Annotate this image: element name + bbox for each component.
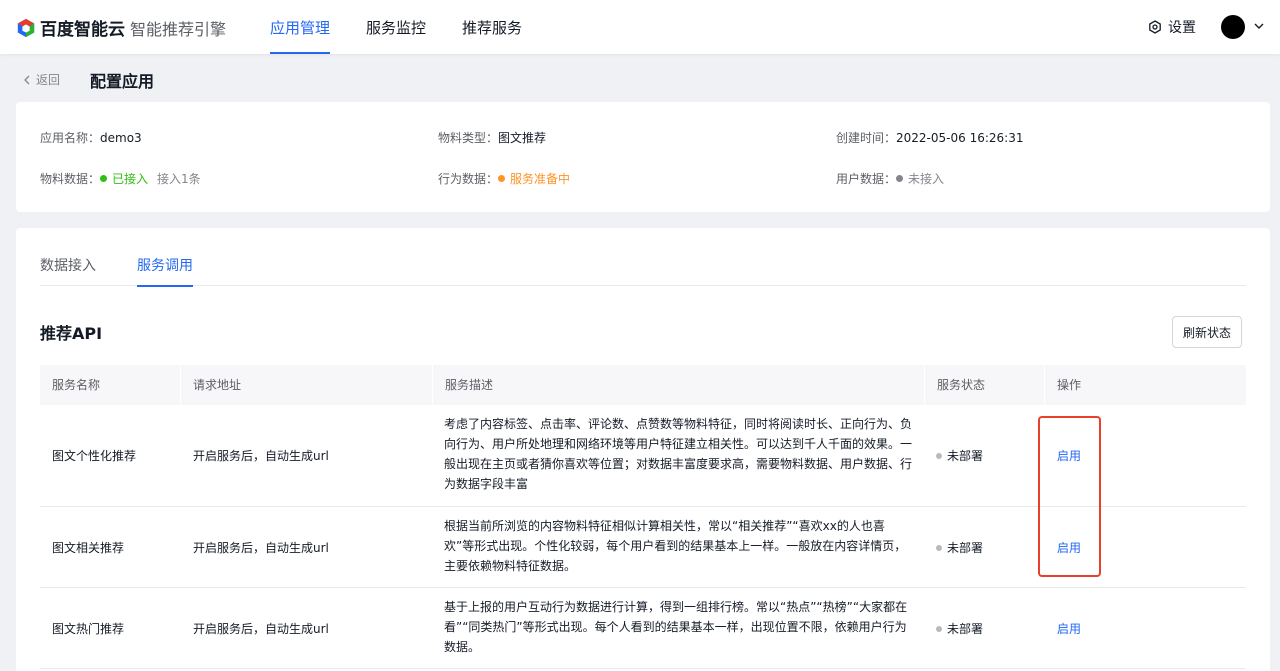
- api-table: 服务名称 请求地址 服务描述 服务状态 操作 图文个性化推荐 开启服务后，自动生…: [40, 365, 1246, 669]
- info-created-time: 创建时间： 2022-05-06 16:26:31: [836, 129, 1023, 146]
- info-material-data: 物料数据： 已接入 接入1条: [40, 170, 201, 187]
- brand-logo[interactable]: 百度智能云: [16, 15, 125, 40]
- settings-button[interactable]: 设置: [1148, 17, 1196, 37]
- info-value: 2022-05-06 16:26:31: [896, 130, 1024, 145]
- enable-link[interactable]: 启用: [1057, 620, 1081, 637]
- info-label: 行为数据：: [438, 172, 499, 186]
- info-label: 创建时间：: [836, 131, 897, 145]
- status-dot-inactive: [896, 175, 904, 182]
- status-text: 已接入: [112, 172, 149, 186]
- app-info-card: 应用名称： demo3 物料类型： 图文推荐 创建时间： 2022-05-06 …: [16, 102, 1270, 212]
- info-value: demo3: [100, 130, 142, 145]
- status-text: 未部署: [947, 449, 984, 463]
- info-label: 物料类型：: [438, 131, 499, 145]
- status-text: 未部署: [947, 622, 984, 636]
- service-name: 图文相关推荐: [52, 541, 125, 555]
- status-dot-warning: [498, 175, 506, 182]
- info-behavior-data: 行为数据： 服务准备中: [438, 170, 570, 187]
- status-text: 未接入: [908, 172, 945, 186]
- top-navigation: 百度智能云 智能推荐引擎 应用管理 服务监控 推荐服务 设置: [0, 0, 1280, 54]
- brand-logo-text: 百度智能云: [40, 20, 125, 40]
- back-label: 返回: [36, 73, 61, 87]
- status-text: 未部署: [947, 541, 984, 555]
- service-status: 未部署: [936, 620, 983, 637]
- service-url: 开启服务后，自动生成url: [193, 541, 329, 555]
- column-header: 请求地址: [180, 365, 432, 405]
- status-dot-inactive: [936, 544, 942, 551]
- back-link[interactable]: 返回: [22, 71, 60, 88]
- table-row: 图文个性化推荐 开启服务后，自动生成url 考虑了内容标签、点击率、评论数、点赞…: [40, 405, 1246, 507]
- service-name: 图文热门推荐: [52, 622, 125, 636]
- service-url: 开启服务后，自动生成url: [193, 622, 329, 636]
- avatar[interactable]: [1221, 15, 1245, 39]
- column-header: 服务描述: [432, 365, 924, 405]
- column-header: 服务状态: [924, 365, 1044, 405]
- status-dot-success: [100, 175, 108, 182]
- chevron-down-icon[interactable]: [1253, 20, 1265, 32]
- service-status: 未部署: [936, 539, 983, 556]
- nav-item-recommend-service[interactable]: 推荐服务: [462, 17, 522, 54]
- tab-service-call[interactable]: 服务调用: [137, 255, 193, 287]
- settings-label: 设置: [1168, 20, 1196, 36]
- page-header: 返回 配置应用: [0, 54, 1280, 102]
- info-user-data: 用户数据： 未接入: [836, 170, 944, 187]
- service-description: 根据当前所浏览的内容物料特征相似计算相关性，常以“相关推荐”“喜欢xx的人也喜欢…: [444, 519, 907, 573]
- table-row: 图文相关推荐 开启服务后，自动生成url 根据当前所浏览的内容物料特征相似计算相…: [40, 507, 1246, 588]
- refresh-status-button[interactable]: 刷新状态: [1172, 316, 1242, 348]
- service-description: 基于上报的用户互动行为数据进行计算，得到一组排行榜。常以“热点”“热榜”“大家都…: [444, 600, 908, 654]
- material-count: 接入1条: [157, 172, 201, 186]
- enable-link[interactable]: 启用: [1057, 539, 1081, 556]
- product-name: 智能推荐引擎: [130, 20, 227, 39]
- chevron-left-icon: [24, 75, 30, 84]
- status-text: 服务准备中: [510, 172, 571, 186]
- service-description: 考虑了内容标签、点击率、评论数、点赞数等物料特征，同时将阅读时长、正向行为、负向…: [444, 417, 913, 491]
- nav-item-service-monitor[interactable]: 服务监控: [366, 17, 426, 54]
- status-dot-inactive: [936, 452, 942, 459]
- gear-icon: [1149, 20, 1161, 34]
- tab-data-access[interactable]: 数据接入: [40, 255, 96, 286]
- service-status: 未部署: [936, 447, 983, 464]
- info-value: 图文推荐: [498, 131, 547, 145]
- service-card: 数据接入 服务调用 推荐API 刷新状态 服务名称 请求地址 服务描述 服务状态…: [16, 228, 1270, 671]
- service-name: 图文个性化推荐: [52, 449, 137, 463]
- nav-item-app-management[interactable]: 应用管理: [270, 17, 331, 54]
- baidu-cloud-logo-icon: [17, 18, 35, 37]
- table-header: 服务名称 请求地址 服务描述 服务状态 操作: [40, 365, 1246, 405]
- info-material-type: 物料类型： 图文推荐: [438, 129, 546, 146]
- page-title: 配置应用: [90, 72, 155, 91]
- status-dot-inactive: [936, 625, 942, 632]
- info-app-name: 应用名称： demo3: [40, 129, 142, 146]
- info-label: 用户数据：: [836, 172, 897, 186]
- service-url: 开启服务后，自动生成url: [193, 449, 329, 463]
- tab-bar: 数据接入 服务调用: [40, 228, 1246, 287]
- section-title: 推荐API: [40, 324, 103, 343]
- table-row: 图文热门推荐 开启服务后，自动生成url 基于上报的用户互动行为数据进行计算，得…: [40, 588, 1246, 669]
- enable-link[interactable]: 启用: [1057, 447, 1081, 464]
- column-header: 服务名称: [52, 378, 101, 392]
- info-label: 应用名称：: [40, 131, 101, 145]
- info-label: 物料数据：: [40, 172, 101, 186]
- column-header: 操作: [1044, 365, 1246, 405]
